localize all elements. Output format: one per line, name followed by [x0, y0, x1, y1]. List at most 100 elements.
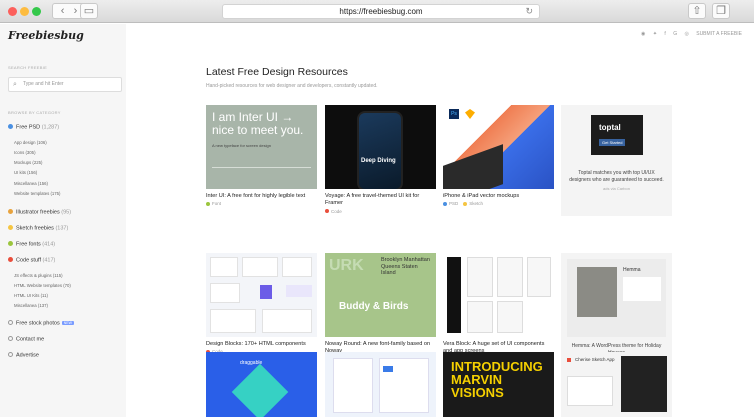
new-badge: NEW	[61, 320, 74, 325]
ad-image[interactable]: toptal Get Started	[561, 105, 672, 165]
subcategory-ui-kits[interactable]: UI kits (156)	[14, 170, 37, 175]
sidebar-toggle-icon[interactable]: ▭	[80, 3, 98, 19]
category-code[interactable]: Code stuff (417)	[8, 257, 55, 264]
bullet-icon	[8, 320, 13, 325]
browse-label: BROWSE BY CATEGORY	[8, 110, 61, 115]
card-thumbnail[interactable]: Ps	[443, 105, 554, 189]
category-illustrator[interactable]: Illustrator freebies (95)	[8, 209, 71, 216]
card-meta: Code	[325, 209, 436, 214]
card-meta: PSDSketch	[443, 201, 554, 206]
thumb-heading: Deep Diving	[361, 158, 396, 164]
search-label: SEARCH FREEBIE	[8, 65, 48, 70]
url-text: https://freebiesbug.com	[339, 7, 423, 16]
card-title[interactable]: Design Blocks: 170+ HTML components	[206, 341, 317, 348]
maximize-window-button[interactable]	[32, 7, 41, 16]
card-iphone-mockups[interactable]: Ps iPhone & iPad vector mockups PSD Sketc…	[443, 105, 554, 206]
nav-advertise[interactable]: Advertise	[8, 352, 39, 359]
card-hemma[interactable]: Hemma Hemma: A WordPress theme for Holid…	[561, 253, 672, 364]
font-icon	[206, 201, 210, 206]
page-subtitle: Hand-picked resources for web designer a…	[206, 83, 378, 89]
category-stock-photos[interactable]: Free stock photos NEW	[8, 320, 74, 327]
thumb-subtext: A new typeface for screen design	[212, 143, 271, 148]
subcategory-website-templates[interactable]: Website templates (175)	[14, 191, 61, 196]
rss-icon[interactable]: ◉	[641, 31, 645, 37]
chevron-right-icon[interactable]: ›	[74, 5, 78, 17]
card-thumbnail[interactable]	[325, 352, 436, 417]
thumb-specimen	[212, 167, 311, 181]
ad-via[interactable]: ads via Carbon	[561, 186, 672, 191]
card-design-blocks[interactable]: Design Blocks: 170+ HTML components Code	[206, 253, 317, 354]
subcategory-app-design[interactable]: App design (106)	[14, 140, 47, 145]
bullet-icon	[8, 209, 13, 214]
thumb-heading: Buddy & Birds	[339, 301, 409, 312]
card-thumbnail[interactable]: draggable	[206, 352, 317, 417]
address-bar[interactable]: https://freebiesbug.com ↻	[222, 4, 540, 19]
card-vera-block[interactable]: Vera Block: A huge set of UI components …	[443, 253, 554, 362]
bullet-icon	[8, 352, 13, 357]
twitter-icon[interactable]: ✦	[653, 31, 657, 37]
browser-chrome: ‹ › ▭ https://freebiesbug.com ↻ ⇧ ❐	[0, 0, 754, 23]
code-icon	[325, 208, 329, 213]
card-draggable[interactable]: draggable	[206, 352, 317, 417]
site-logo[interactable]: Freebiesbug	[8, 29, 84, 42]
tabs-icon[interactable]: ❐	[712, 3, 730, 19]
search-placeholder: Type and hit Enter	[23, 81, 64, 87]
sidebar: Freebiesbug SEARCH FREEBIE ⌕ Type and hi…	[0, 24, 126, 417]
site: Freebiesbug SEARCH FREEBIE ⌕ Type and hi…	[0, 24, 754, 417]
thumb-heading: Cherise Sketch App	[575, 357, 615, 362]
card-thumbnail[interactable]: Hemma	[567, 259, 666, 337]
thumb-heading: INTRODUCING MARVIN VISIONS	[451, 359, 543, 400]
bullet-icon	[8, 124, 13, 129]
subcategory-html-ui-kits[interactable]: HTML UI Kits (11)	[14, 293, 48, 298]
carbon-ad[interactable]: toptal Get Started Toptal matches you wi…	[561, 105, 672, 216]
bullet-icon	[8, 336, 13, 341]
nav-contact[interactable]: Contact me	[8, 336, 44, 343]
card-thumbnail[interactable]: Cherise Sketch App	[561, 352, 672, 417]
subcategory-html-templates[interactable]: HTML Website templates (70)	[14, 283, 71, 288]
category-free-psd[interactable]: Free PSD (1,287)	[8, 124, 59, 131]
dribbble-icon[interactable]: ◎	[684, 31, 688, 37]
category-sketch[interactable]: Sketch freebies (137)	[8, 225, 68, 232]
ad-logo: toptal	[599, 123, 621, 132]
card-ui-screens[interactable]	[325, 352, 436, 417]
card-thumbnail[interactable]: I am Inter UI → nice to meet you. A new …	[206, 105, 317, 189]
card-title[interactable]: Inter UI: A free font for highly legible…	[206, 193, 317, 200]
subcategory-code-miscellanea[interactable]: Miscellanea (137)	[14, 303, 48, 308]
card-title[interactable]: Voyage: A free travel-themed UI kit for …	[325, 193, 436, 208]
bullet-icon	[8, 241, 13, 246]
card-marvin-visions[interactable]: INTRODUCING MARVIN VISIONS	[443, 352, 554, 417]
page-title: Latest Free Design Resources	[206, 66, 348, 78]
ad-cta[interactable]: Get Started	[599, 139, 626, 146]
chevron-left-icon[interactable]: ‹	[61, 5, 65, 17]
share-icon[interactable]: ⇧	[688, 3, 706, 19]
bullet-icon	[8, 225, 13, 230]
card-meta: Font	[206, 201, 317, 206]
subcategory-mockups[interactable]: Mockups (225)	[14, 160, 42, 165]
card-voyage[interactable]: Deep Diving Voyage: A free travel-themed…	[325, 105, 436, 214]
subcategory-miscellanea[interactable]: Miscellanea (156)	[14, 181, 48, 186]
card-thumbnail[interactable]: INTRODUCING MARVIN VISIONS	[443, 352, 554, 417]
facebook-icon[interactable]: f	[664, 31, 665, 37]
card-thumbnail[interactable]: Deep Diving	[325, 105, 436, 189]
card-cherise[interactable]: Cherise Sketch App	[561, 352, 672, 417]
search-input[interactable]: ⌕ Type and hit Enter	[8, 77, 122, 92]
card-inter-ui[interactable]: I am Inter UI → nice to meet you. A new …	[206, 105, 317, 206]
bullet-icon	[8, 257, 13, 262]
subcategory-js-effects[interactable]: JS effects & plugins (115)	[14, 273, 63, 278]
subcategory-icons[interactable]: Icons (305)	[14, 150, 36, 155]
header-actions: ◉ ✦ f G ◎ SUBMIT A FREEBIE	[635, 31, 742, 37]
category-fonts[interactable]: Free fonts (414)	[8, 241, 55, 248]
ad-text[interactable]: Toptal matches you with top UI/UX design…	[561, 165, 672, 183]
card-noway-round[interactable]: Brooklyn Manhattan Queens Staten Island …	[325, 253, 436, 362]
close-window-button[interactable]	[8, 7, 17, 16]
google-icon[interactable]: G	[673, 31, 677, 37]
search-icon: ⌕	[13, 81, 17, 88]
card-thumbnail[interactable]	[206, 253, 317, 337]
card-title[interactable]: iPhone & iPad vector mockups	[443, 193, 554, 200]
photoshop-icon: Ps	[449, 109, 459, 119]
submit-freebie-link[interactable]: SUBMIT A FREEBIE	[696, 31, 742, 37]
card-thumbnail[interactable]: Brooklyn Manhattan Queens Staten Island …	[325, 253, 436, 337]
minimize-window-button[interactable]	[20, 7, 29, 16]
reload-icon[interactable]: ↻	[525, 5, 533, 18]
card-thumbnail[interactable]	[443, 253, 554, 337]
